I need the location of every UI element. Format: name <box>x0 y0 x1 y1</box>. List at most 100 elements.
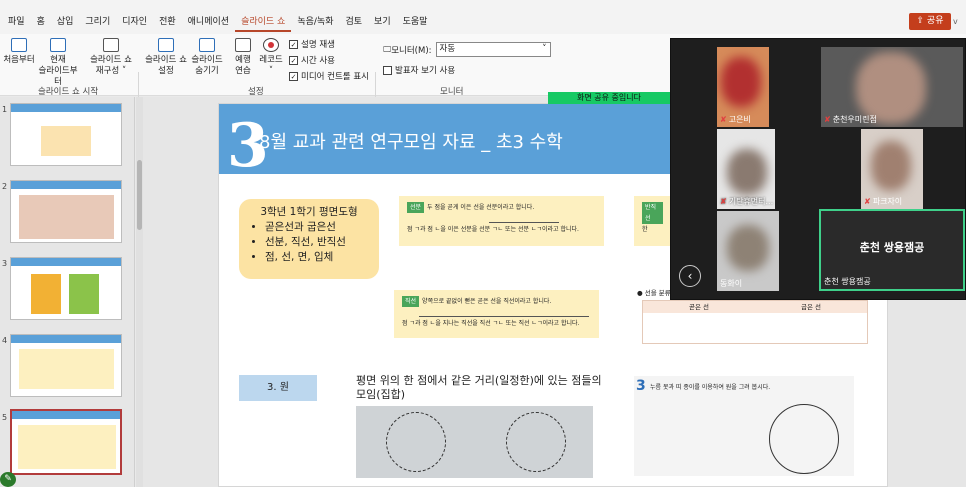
hide-slide-button[interactable]: 슬라이드 숨기기 <box>189 38 225 77</box>
timing-checkbox[interactable]: ✓ 시간 사용 <box>289 54 335 66</box>
rehearse-label-2: 연습 <box>235 66 251 76</box>
activity-circle <box>769 404 839 474</box>
monitor-row: 🖵 모니터(M): 자동 ˅ <box>383 42 551 57</box>
circle-photo <box>356 406 593 478</box>
presenter-view-checkbox[interactable]: 발표자 보기 사용 <box>383 64 455 76</box>
participant-name: ✘ 기탄휴먼터... <box>720 197 774 206</box>
menu-item[interactable]: 전환 <box>153 12 182 32</box>
mic-muted-icon: ✘ <box>720 197 727 206</box>
custom-show-label-1: 슬라이드 쇼 <box>90 55 132 65</box>
from-start-label: 처음부터 <box>3 55 35 65</box>
custom-show-icon <box>103 38 119 52</box>
slide-number: 3 <box>2 259 8 268</box>
hide-slide-icon <box>199 38 215 52</box>
video-tile[interactable]: ✘ 고은비 <box>717 47 769 127</box>
topic-note-title: 3학년 1학기 평면도형 <box>260 206 358 218</box>
share-chevron-icon[interactable]: v <box>953 13 963 30</box>
line-explanation: 점 ㄱ과 점 ㄴ을 지나는 직선을 직선 ㄱㄴ 또는 직선 ㄴㄱ이라고 합니다. <box>402 320 580 327</box>
record-icon <box>263 38 279 52</box>
line-card: 직선 양쪽으로 끝없이 뻗은 곧은 선을 직선이라고 합니다. 점 ㄱ과 점 ㄴ을… <box>394 290 599 338</box>
slide-number: 2 <box>2 182 8 191</box>
checkmark-icon: ✓ <box>289 39 298 49</box>
checkmark-icon: ✓ <box>289 71 298 81</box>
narration-checkbox[interactable]: ✓ 설명 재생 <box>289 38 335 50</box>
topic-bullet: 점, 선, 면, 입체 <box>265 250 365 265</box>
table-header: 곧은 선 <box>688 303 709 311</box>
monitor-value: 자동 <box>439 44 456 54</box>
participant-name: ✘ 고은비 <box>720 115 751 124</box>
topic-bullet: 곧은선과 굽은선 <box>265 220 365 235</box>
back-arrow-icon[interactable]: ‹ <box>679 265 701 287</box>
custom-show-button[interactable]: 슬라이드 쇼 재구성 ˅ <box>90 38 132 77</box>
mic-muted-icon: ✘ <box>824 115 831 124</box>
custom-show-label-2: 재구성 <box>95 66 120 76</box>
share-button[interactable]: ⇪ 공유 <box>909 13 951 30</box>
slide-number: 5 <box>2 413 8 422</box>
hide-slide-label-2: 숨기기 <box>195 66 219 76</box>
dotted-circle <box>506 412 566 472</box>
slide-thumbnail-5[interactable] <box>10 409 122 475</box>
pen-icon[interactable]: ✎ <box>0 472 16 487</box>
slide-thumbnail-2[interactable] <box>10 180 122 243</box>
screen-sharing-banner[interactable]: 화면 공유 중입니다 <box>548 92 670 104</box>
from-current-button[interactable]: 현재 슬라이드부터 <box>36 38 80 88</box>
share-icon: ⇪ <box>916 16 927 26</box>
checkmark-icon: ✓ <box>289 55 298 65</box>
menu-item[interactable]: 애니메이션 <box>182 12 235 32</box>
segment-card: 선분 두 점을 곧게 이은 선을 선분이라고 합니다. 점 ㄱ과 점 ㄴ을 이은 … <box>399 196 604 246</box>
line-tag: 직선 <box>402 296 420 307</box>
table-header: 굽은 선 <box>800 303 821 311</box>
menu-item[interactable]: 보기 <box>368 12 397 32</box>
segment-definition: 두 점을 곧게 이은 선을 선분이라고 합니다. <box>427 204 535 211</box>
video-tile[interactable]: 동화이 <box>717 211 779 291</box>
timing-label: 시간 사용 <box>301 56 335 66</box>
record-button[interactable]: 레코드 ˅ <box>257 38 285 77</box>
participant-name: 동화이 <box>720 279 743 288</box>
rehearse-label-1: 예행 <box>235 55 251 65</box>
slide-thumbnail-3[interactable] <box>10 257 122 320</box>
table-note-label: 선을 분류 <box>644 289 671 297</box>
segment-line <box>489 222 559 223</box>
menu-item[interactable]: 검토 <box>339 12 368 32</box>
menu-bar: 파일 홈 삽입 그리기 디자인 전환 애니메이션 슬라이드 쇼 녹음/녹화 검토 보기 도움말 <box>0 10 966 34</box>
rehearse-button[interactable]: 예행 연습 <box>230 38 256 77</box>
menu-item[interactable]: 도움말 <box>397 12 434 32</box>
menu-item[interactable]: 녹음/녹화 <box>291 12 339 32</box>
menu-item[interactable]: 삽입 <box>51 12 80 32</box>
presenter-view-label: 발표자 보기 사용 <box>395 66 456 76</box>
monitor-select[interactable]: 자동 ˅ <box>435 42 551 57</box>
media-controls-checkbox[interactable]: ✓ 미디어 컨트롤 표시 <box>289 70 369 82</box>
chevron-down-icon: ˅ <box>542 44 547 54</box>
monitor-label: 모니터(M): <box>391 45 432 56</box>
rehearse-timer-icon <box>235 38 251 52</box>
thumbnail-scroll-thumb[interactable] <box>137 160 142 230</box>
menu-item[interactable]: 홈 <box>31 12 51 32</box>
topic-note: 3학년 1학기 평면도형 곧은선과 굽은선 선분, 직선, 반직선 점, 선, … <box>239 199 379 279</box>
setup-show-label-1: 슬라이드 쇼 <box>145 55 187 65</box>
setup-show-button[interactable]: 슬라이드 쇼 설정 <box>143 38 189 77</box>
video-tile-active-speaker[interactable]: 춘천 쌍용잼공 춘천 쌍용잼공 <box>819 209 965 291</box>
segment-explanation: 점 ㄱ과 점 ㄴ을 이은 선분을 선분 ㄱㄴ 또는 선분 ㄴㄱ이라고 합니다. <box>407 226 579 233</box>
menu-item[interactable]: 파일 <box>2 12 31 32</box>
media-controls-label: 미디어 컨트롤 표시 <box>301 72 369 82</box>
activity-text: 누름 못과 띠 종이를 이용하여 원을 그려 봅시다. <box>650 384 771 391</box>
record-label: 레코드 <box>259 55 283 65</box>
slide-title: 8월 교과 관련 연구모임 자료 _ 초3 수학 <box>259 132 563 153</box>
menu-item[interactable]: 디자인 <box>116 12 153 32</box>
dotted-circle <box>386 412 446 472</box>
from-start-button[interactable]: 처음부터 <box>2 38 36 66</box>
menu-item[interactable]: 그리기 <box>79 12 116 32</box>
video-tile[interactable]: ✘ 기탄휴먼터... <box>717 129 775 209</box>
participant-name: ✘ 파크자이 <box>864 197 903 206</box>
setup-show-label-2: 설정 <box>158 66 174 76</box>
slide-thumbnail-1[interactable] <box>10 103 122 166</box>
video-tile[interactable]: ✘ 파크자이 <box>861 129 923 209</box>
classify-table: 곧은 선 굽은 선 <box>642 300 868 344</box>
participant-name: ✘ 춘천우미린점 <box>824 115 877 124</box>
slide-thumbnail-4[interactable] <box>10 334 122 397</box>
menu-item[interactable]: 슬라이드 쇼 <box>235 12 292 32</box>
topic-bullet: 선분, 직선, 반직선 <box>265 235 365 250</box>
thumbnail-scrollbar[interactable] <box>136 97 143 487</box>
ray-definition: 한 <box>642 226 648 233</box>
video-tile[interactable]: ✘ 춘천우미린점 <box>821 47 963 127</box>
